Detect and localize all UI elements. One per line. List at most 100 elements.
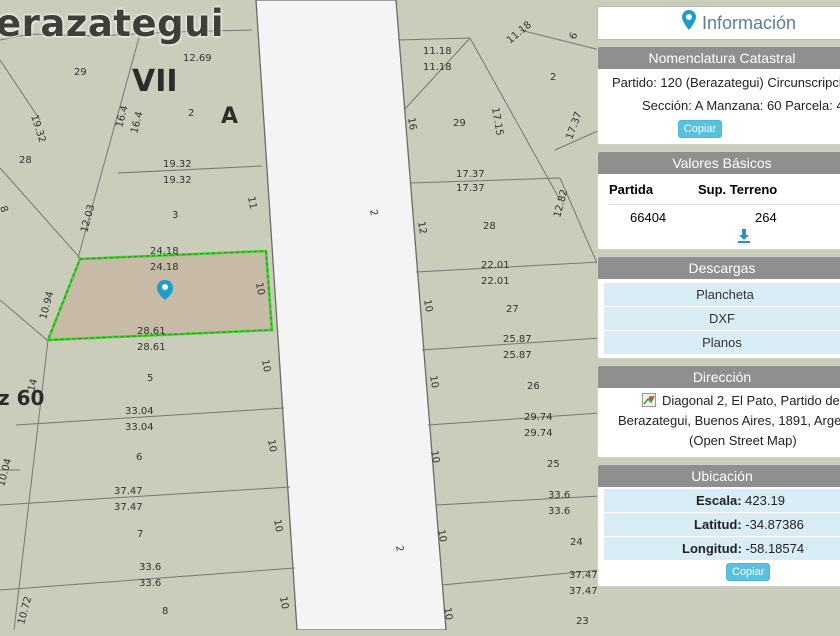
info-title: Información [702,13,797,33]
map-label: 22.01 [481,260,510,271]
direccion-header: Dirección [598,366,840,388]
longitud-label: Longitud: [682,541,742,556]
map-label: 24 [570,537,583,548]
map-label: 11 [245,196,258,210]
copy-ubicacion-button[interactable]: Copiar [726,563,771,581]
map-label: 29.74 [524,412,553,423]
col-partida-header: Partida [609,181,654,197]
map-label: 11.18 [423,62,452,73]
circunscripcion-label: VII [132,64,178,99]
map-label: 25.87 [503,334,532,345]
map-link-icon[interactable] [642,393,656,407]
map-label: 10 [277,596,290,610]
map-label: 10 [427,375,440,389]
nomenclatura-line2: Sección: A Manzana: 60 Parcela: 4 [642,98,840,113]
map-label: 37.47 [114,486,143,497]
download-wrap [598,229,840,249]
map-label: 28.61 [137,326,166,337]
longitud-row: Longitud: -58.18574 [604,537,840,561]
valores-basicos-section: Valores Básicos Partida Sup. Terreno 664… [597,151,840,250]
map-label: 16 [405,117,418,131]
download-plancheta-link[interactable]: Plancheta [604,283,840,307]
map-label: 2 [188,108,194,119]
download-dxf-link[interactable]: DXF [604,307,840,331]
map-label: 37.47 [114,502,143,513]
ubicacion-copy-wrap: Copiar [604,561,840,582]
map-label: 28 [483,221,496,232]
manzana-label: z 60 [0,386,44,410]
valores-table: Partida Sup. Terreno 66404 264 [609,174,840,229]
map-label: 25.87 [503,350,532,361]
ubicacion-list: Escala: 423.19 Latitud: -34.87386 Longit… [598,487,840,586]
map-label: 6 [136,452,142,463]
map-label: 3 [172,210,178,221]
map-label: 17.37 [456,169,485,180]
download-icon[interactable] [737,229,751,243]
map-label: 27 [506,304,519,315]
map-label: 24.18 [150,246,179,257]
info-panel: Información Nomenclatura Catastral Parti… [597,6,840,636]
map-label: 2 [550,72,556,83]
ubicacion-section: Ubicación Escala: 423.19 Latitud: -34.87… [597,464,840,587]
map-label: 19.32 [163,159,192,170]
map-label: 37.47 [569,570,598,581]
nomenclatura-section: Nomenclatura Catastral Partido: 120 (Ber… [597,46,840,145]
nomenclatura-header: Nomenclatura Catastral [598,47,840,69]
map-label: 24.18 [150,262,179,273]
map-label: 37.47 [569,586,598,597]
map-label: 10 [271,519,284,533]
map-label: 33.6 [139,562,161,573]
col-sup-header: Sup. Terreno [698,181,778,197]
latitud-value: -34.87386 [745,517,804,532]
map-label: 23 [576,616,589,627]
ubicacion-header: Ubicación [598,465,840,487]
map-label: 8 [162,606,168,617]
valores-header: Valores Básicos [598,152,840,174]
direccion-section: Dirección Diagonal 2, El Pato, Partido d… [597,365,840,458]
latitud-label: Latitud: [694,517,742,532]
map-label: 10 [435,529,448,543]
map-label: 10 [265,439,278,453]
map-label: 33.6 [139,578,161,589]
direccion-line1-wrap: Diagonal 2, El Pato, Partido de [598,388,840,411]
map-label: 5 [147,373,153,384]
longitud-value: -58.18574 [745,541,805,556]
map-label: 19.32 [163,175,192,186]
sup-terreno-value: 264 [755,209,777,225]
download-planos-link[interactable]: Planos [604,331,840,355]
copy-nomenclatura-button[interactable]: Copiar [677,120,723,138]
direccion-line2: Berazategui, Buenos Aires, 1891, Argenti… [618,413,840,428]
direccion-line1: Diagonal 2, El Pato, Partido de [662,393,840,408]
map-label: 12 [415,221,428,235]
escala-value: 423.19 [745,493,785,508]
map-label: 22.01 [481,276,510,287]
nomenclatura-line1: Partido: 120 (Berazategui) Circunscripci… [612,75,840,90]
map-label: 28 [19,155,32,166]
map-label: 28.61 [137,342,166,353]
direccion-line3: (Open Street Map) [689,433,797,448]
descargas-section: Descargas Plancheta DXF Planos [597,256,840,359]
map-label: 7 [137,529,143,540]
map-label: 12.69 [183,53,212,64]
nomenclatura-copy-wrap: Copiar [598,119,840,144]
map-label: 29.74 [524,428,553,439]
map-label: 33.04 [125,422,154,433]
map-label: 29 [74,67,87,78]
info-title-bar: Información [597,6,840,40]
map-label: 29 [453,118,466,129]
map-label: 10 [253,282,266,296]
map-label: 33.6 [548,490,570,501]
map-label: 33.04 [125,406,154,417]
escala-row: Escala: 423.19 [604,489,840,513]
map-label: 33.6 [548,506,570,517]
map-pin-icon [682,8,696,40]
escala-label: Escala: [696,493,742,508]
partida-value: 66404 [630,209,667,225]
map-label: 11.18 [423,46,452,57]
map-label: 25 [547,459,560,470]
descargas-list: Plancheta DXF Planos [598,279,840,358]
map-label: 10 [441,607,454,621]
descargas-header: Descargas [598,257,840,279]
map-label: 10 [259,359,272,373]
map-label: 26 [527,381,540,392]
